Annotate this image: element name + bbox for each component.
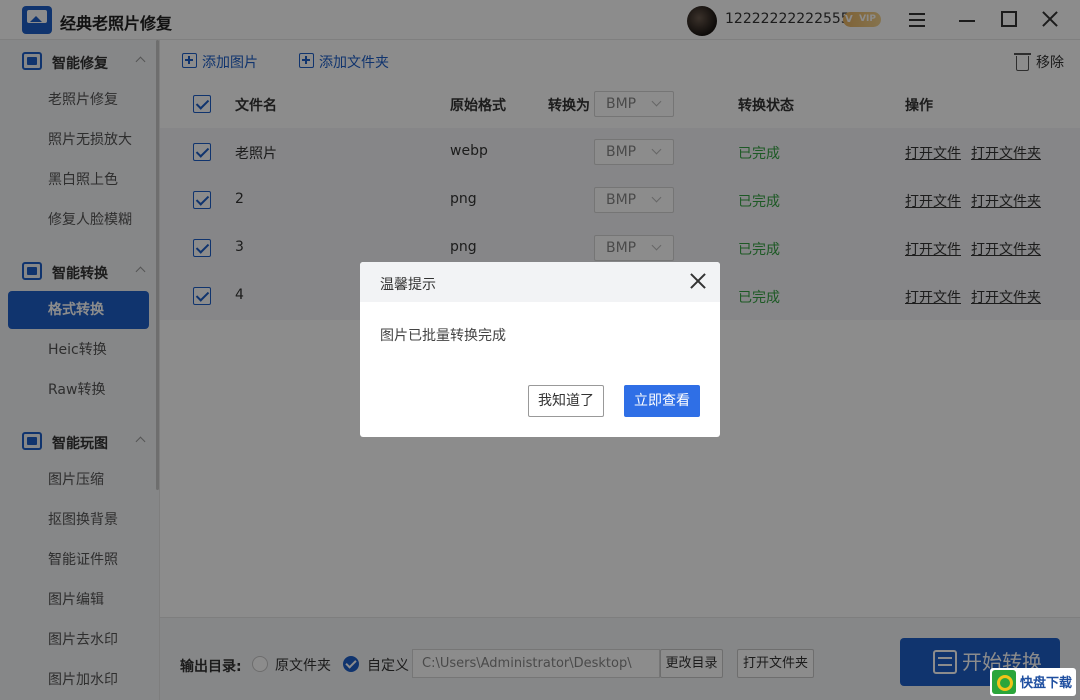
view-now-button[interactable]: 立即查看 — [624, 385, 700, 417]
site-watermark: 快盘下载 — [990, 668, 1076, 696]
dialog-header: 温馨提示 — [360, 262, 720, 302]
watermark-logo — [992, 670, 1016, 694]
notice-dialog: 温馨提示 图片已批量转换完成 我知道了 立即查看 — [360, 262, 720, 437]
dialog-close-icon[interactable] — [689, 272, 707, 290]
got-it-button[interactable]: 我知道了 — [528, 385, 604, 417]
dialog-message: 图片已批量转换完成 — [380, 328, 506, 344]
dialog-title: 温馨提示 — [380, 277, 436, 293]
watermark-text: 快盘下载 — [1020, 676, 1073, 691]
